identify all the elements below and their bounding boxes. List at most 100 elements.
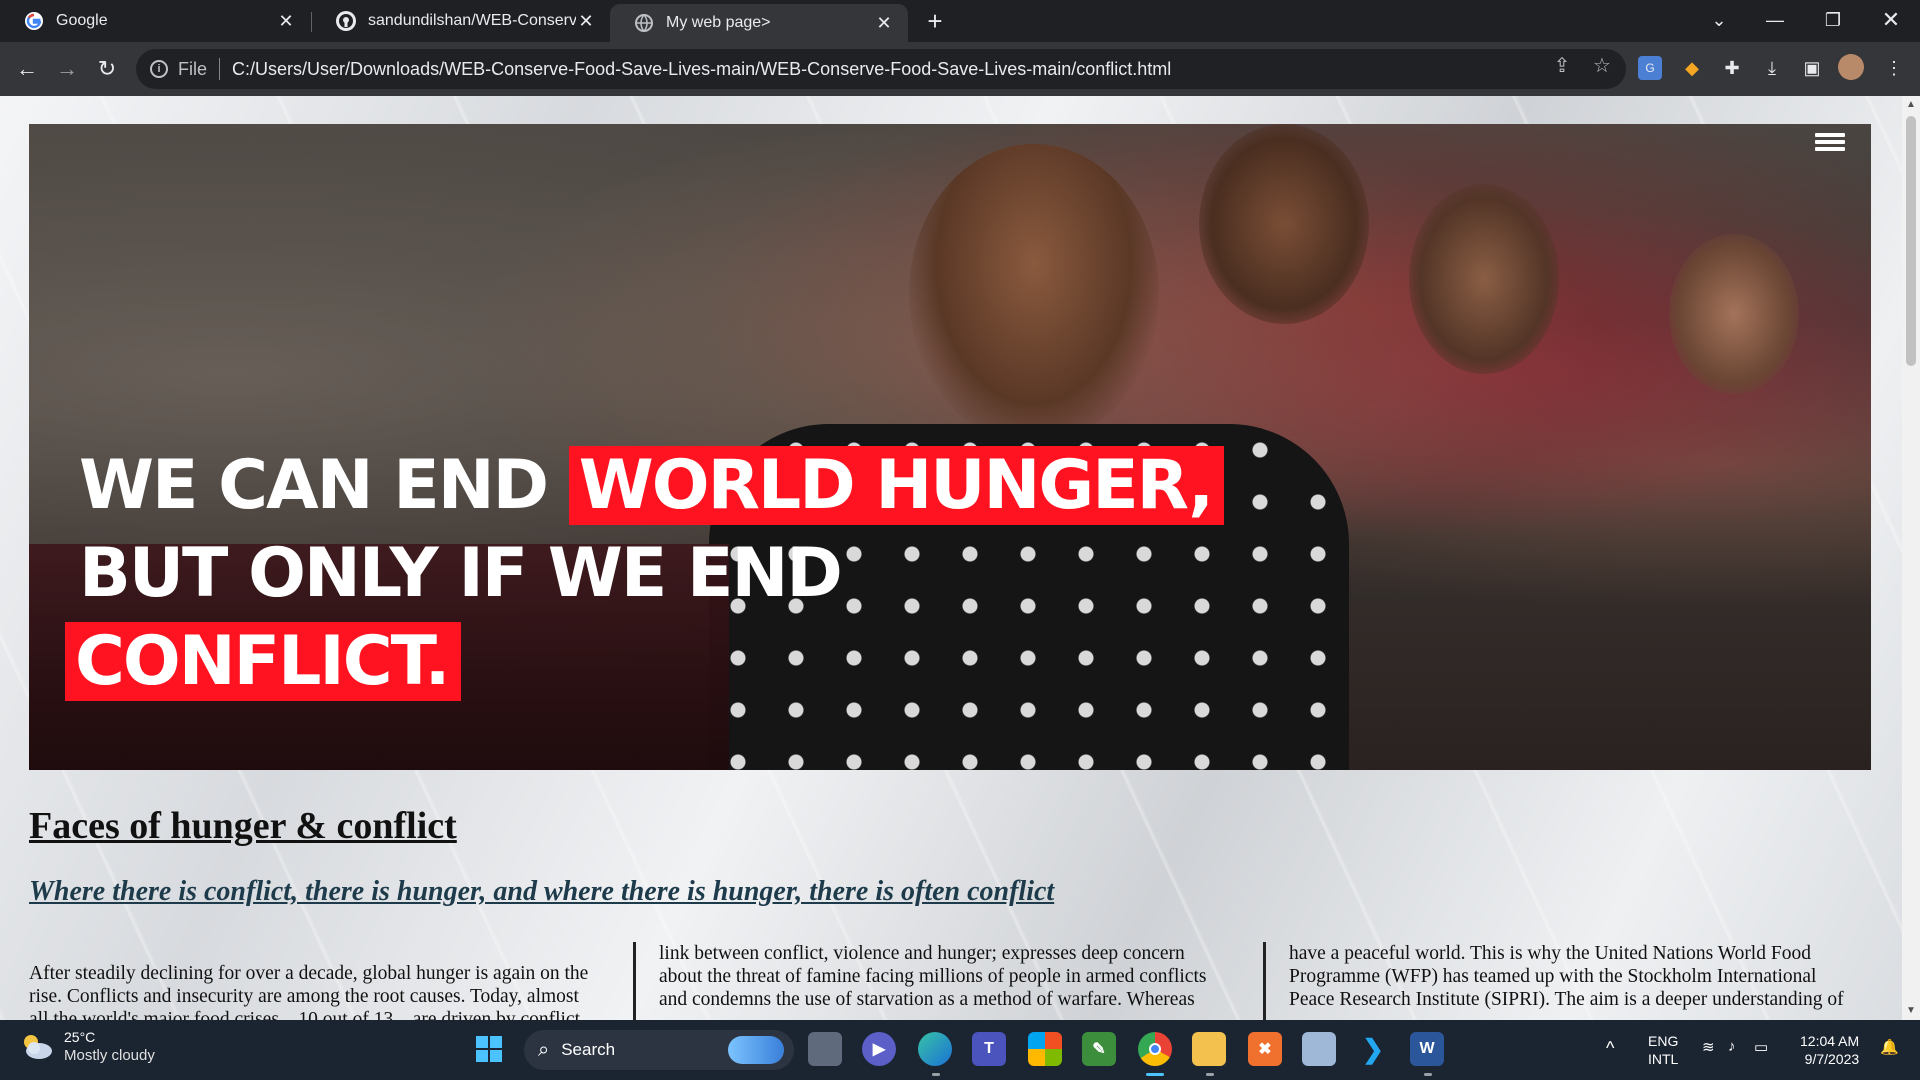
site-info-icon[interactable]: i: [150, 60, 168, 78]
chrome-icon[interactable]: [1138, 1032, 1172, 1066]
column-divider: [1263, 942, 1266, 1020]
tab-my-web-page[interactable]: My web page> ✕: [610, 4, 908, 42]
child-face-image: [1199, 124, 1369, 324]
page-scrollbar[interactable]: ▲ ▼: [1902, 96, 1920, 1020]
scroll-down-arrow-icon[interactable]: ▼: [1906, 1006, 1916, 1016]
notification-bell-icon[interactable]: 🔔: [1880, 1038, 1899, 1056]
teams-icon[interactable]: T: [972, 1032, 1006, 1066]
paragraph-line: Peace Research Institute (SIPRI). The ai…: [1289, 989, 1844, 1010]
cloud-weather-icon: [20, 1032, 54, 1062]
minimize-button[interactable]: —: [1748, 0, 1802, 40]
windows-taskbar: 25°C Mostly cloudy ⌕ Search ▶ T ✎ ✖ ❯ W …: [0, 1020, 1920, 1080]
keyboard-layout: INTL: [1648, 1051, 1679, 1067]
headline-plain-text: WE CAN END: [79, 446, 549, 525]
vscode-icon[interactable]: ❯: [1356, 1032, 1390, 1066]
xampp-icon[interactable]: ✖: [1248, 1032, 1282, 1066]
tab-title: Google: [56, 12, 108, 29]
reload-icon[interactable]: ↻: [90, 52, 124, 86]
tab-strip: Google ✕ sandundilshan/WEB-Conserve-Fo ✕…: [0, 0, 1920, 42]
language-indicator[interactable]: ENG INTL: [1648, 1032, 1678, 1068]
clock[interactable]: 12:04 AM 9/7/2023: [1800, 1032, 1859, 1068]
restore-button[interactable]: ❐: [1806, 0, 1860, 40]
weather-widget[interactable]: 25°C Mostly cloudy: [20, 1028, 155, 1066]
battery-icon[interactable]: ▭: [1754, 1038, 1768, 1056]
paragraph-line: all the world's major food crises – 10 o…: [29, 1009, 585, 1020]
running-indicator: [1424, 1073, 1432, 1076]
share-icon[interactable]: ⇪: [1548, 51, 1576, 79]
edge-browser-icon[interactable]: [918, 1032, 952, 1066]
hero-headline: WE CAN END WORLD HUNGER, BUT ONLY IF WE …: [65, 442, 1225, 706]
clock-date: 9/7/2023: [1804, 1051, 1860, 1067]
page-viewport: WE CAN END WORLD HUNGER, BUT ONLY IF WE …: [0, 96, 1920, 1020]
word-icon[interactable]: W: [1410, 1032, 1444, 1066]
paragraph-line: about the threat of famine facing millio…: [659, 966, 1207, 987]
globe-icon: [634, 13, 654, 33]
search-label: Search: [561, 1040, 616, 1059]
tab-google[interactable]: Google ✕: [0, 0, 310, 42]
address-bar[interactable]: i File C:/Users/User/Downloads/WEB-Conse…: [136, 49, 1626, 89]
url-text[interactable]: C:/Users/User/Downloads/WEB-Conserve-Foo…: [232, 59, 1171, 80]
paragraph-line: Programme (WFP) has teamed up with the S…: [1289, 966, 1817, 987]
file-explorer-icon[interactable]: [1192, 1032, 1226, 1066]
hamburger-menu-icon[interactable]: [1815, 130, 1845, 156]
paragraph-line: After steadily declining for over a deca…: [29, 963, 589, 984]
scheme-chip: File: [178, 58, 208, 79]
3d-cube-app-icon[interactable]: [1302, 1032, 1336, 1066]
tab-search-chevron-icon[interactable]: ⌄: [1692, 0, 1746, 40]
download-icon[interactable]: ⤓: [1758, 54, 1786, 82]
chip-divider: [219, 58, 221, 80]
headline-line-3: CONFLICT.: [65, 618, 1224, 706]
forward-arrow-icon[interactable]: →: [50, 52, 84, 86]
new-tab-button[interactable]: +: [920, 6, 950, 36]
headline-line-1: WE CAN END WORLD HUNGER,: [79, 442, 1225, 530]
wifi-icon[interactable]: ≋: [1702, 1038, 1715, 1056]
microsoft-store-icon[interactable]: [1028, 1032, 1062, 1066]
profile-avatar[interactable]: [1838, 54, 1864, 80]
child-face-image: [909, 144, 1159, 444]
more-menu-icon[interactable]: ⋮: [1880, 54, 1908, 82]
tray-chevron-icon[interactable]: ^: [1606, 1038, 1614, 1059]
paragraph-line: link between conflict, violence and hung…: [659, 943, 1185, 964]
close-icon[interactable]: ✕: [874, 13, 894, 33]
close-icon[interactable]: ✕: [576, 11, 596, 31]
article-columns: After steadily declining for over a deca…: [29, 942, 1871, 1020]
task-view-icon[interactable]: [808, 1032, 842, 1066]
github-icon: [336, 11, 356, 31]
extension-puzzle-orange-icon[interactable]: ◆: [1678, 54, 1706, 82]
column-divider: [633, 942, 636, 1020]
tab-github[interactable]: sandundilshan/WEB-Conserve-Fo ✕: [312, 0, 610, 42]
headline-line-2: BUT ONLY IF WE END: [79, 534, 843, 613]
article-column-2: link between conflict, violence and hung…: [659, 942, 1259, 1011]
paragraph-line: and condemns the use of starvation as a …: [659, 989, 1195, 1010]
child-face-image: [1669, 234, 1799, 394]
chat-icon[interactable]: ▶: [862, 1032, 896, 1066]
side-panel-icon[interactable]: ▣: [1798, 54, 1826, 82]
running-indicator: [932, 1073, 940, 1076]
windows-start-icon[interactable]: [472, 1032, 506, 1066]
headline-highlight-text: WORLD HUNGER,: [568, 446, 1225, 525]
browser-toolbar: ← → ↻ i File C:/Users/User/Downloads/WEB…: [0, 42, 1920, 96]
page-subtitle: Where there is conflict, there is hunger…: [29, 876, 1055, 907]
paragraph-line: rise. Conflicts and insecurity are among…: [29, 986, 579, 1007]
tab-title: My web page>: [666, 14, 771, 31]
weather-condition: Mostly cloudy: [64, 1047, 155, 1064]
tab-title: sandundilshan/WEB-Conserve-Fo: [368, 12, 576, 29]
back-arrow-icon[interactable]: ←: [10, 52, 44, 86]
weather-temperature: 25°C: [64, 1029, 96, 1045]
language-code: ENG: [1648, 1033, 1679, 1049]
volume-icon[interactable]: ♪: [1728, 1038, 1736, 1055]
close-window-button[interactable]: ✕: [1864, 0, 1918, 40]
taskbar-search[interactable]: ⌕ Search: [524, 1030, 794, 1070]
translate-extension-icon[interactable]: G: [1638, 56, 1662, 80]
scrollbar-thumb[interactable]: [1906, 116, 1916, 366]
clock-time: 12:04 AM: [1800, 1033, 1860, 1049]
page-title: Faces of hunger & conflict: [29, 805, 457, 847]
paragraph-line: have a peaceful world. This is why the U…: [1289, 943, 1811, 964]
bookmark-star-icon[interactable]: ☆: [1588, 51, 1616, 79]
spreadsheet-app-icon[interactable]: ✎: [1082, 1032, 1116, 1066]
child-face-image: [1409, 184, 1559, 374]
extensions-puzzle-icon[interactable]: ✚: [1718, 54, 1746, 82]
close-icon[interactable]: ✕: [276, 11, 296, 31]
search-highlight-icon: [728, 1036, 784, 1064]
scroll-up-arrow-icon[interactable]: ▲: [1906, 100, 1916, 110]
